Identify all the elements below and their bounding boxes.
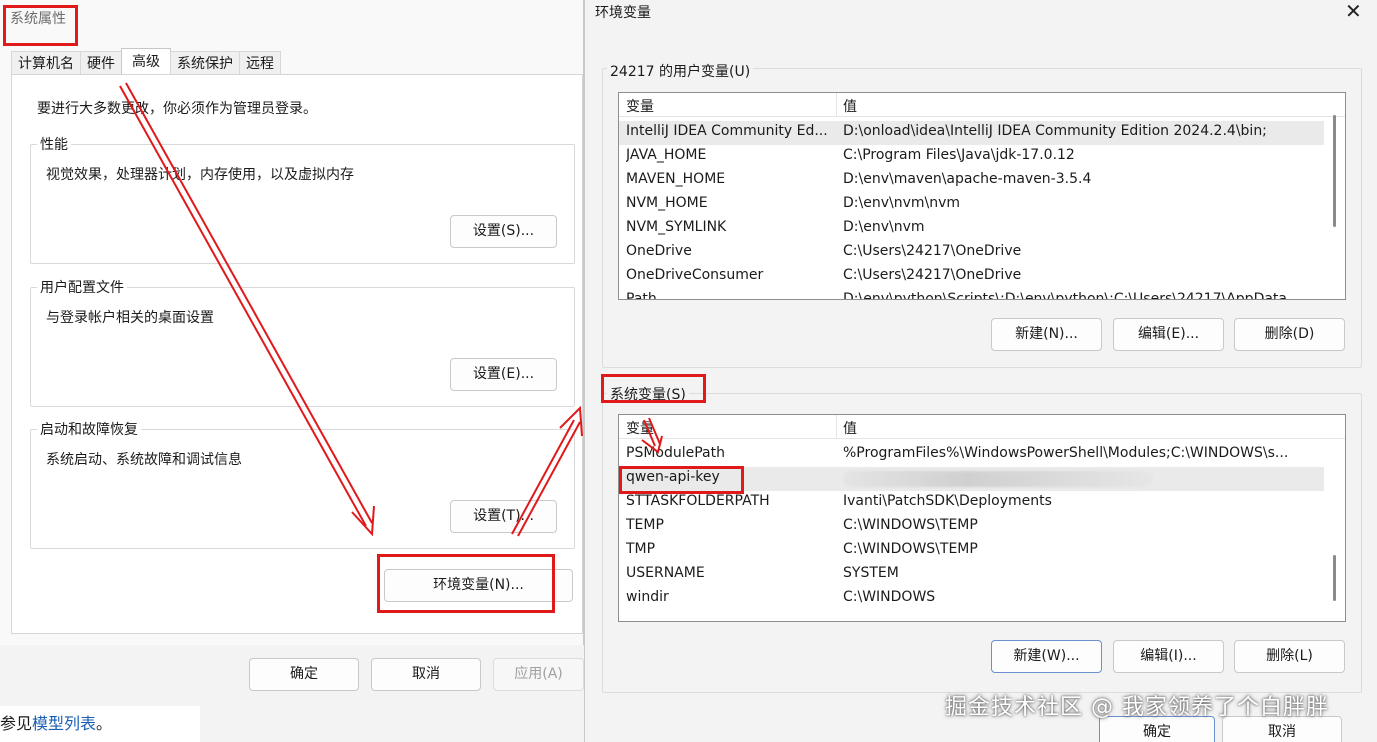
annotation-box-title: [3, 5, 78, 46]
system-list-scrollbar[interactable]: [1333, 555, 1336, 601]
tab-system-protection[interactable]: 系统保护: [170, 51, 240, 75]
var-name: OneDriveConsumer: [626, 267, 764, 283]
table-row[interactable]: STTASKFOLDERPATH Ivanti\PatchSDK\Deploym…: [619, 491, 1324, 515]
annotation-box-env-button: [377, 554, 555, 613]
annotation-box-system-vars: [601, 374, 706, 403]
var-name: NVM_HOME: [626, 195, 708, 211]
system-variables-list[interactable]: 变量 值 PSModulePath %ProgramFiles%\Windows…: [618, 414, 1346, 622]
performance-settings-button[interactable]: 设置(S)...: [450, 215, 557, 248]
background-page-text: 参见模型列表。: [0, 706, 200, 742]
var-name: TMP: [626, 541, 656, 557]
var-value: Ivanti\PatchSDK\Deployments: [843, 493, 1052, 509]
table-row[interactable]: OneDrive C:\Users\24217\OneDrive: [619, 241, 1324, 265]
table-row[interactable]: OneDriveConsumer C:\Users\24217\OneDrive: [619, 265, 1324, 289]
var-value: D:\env\nvm: [843, 219, 925, 235]
var-value: D:\env\nvm\nvm: [843, 195, 961, 211]
var-name: TEMP: [626, 517, 664, 533]
system-edit-button[interactable]: 编辑(I)...: [1113, 640, 1224, 673]
performance-desc: 视觉效果，处理器计划，内存使用，以及虚拟内存: [46, 167, 354, 183]
var-value: C:\WINDOWS: [843, 589, 936, 605]
tab-strip: 计算机名 硬件 高级 系统保护 远程: [11, 48, 281, 75]
var-name: MAVEN_HOME: [626, 171, 726, 187]
table-row[interactable]: JAVA_HOME C:\Program Files\Java\jdk-17.0…: [619, 145, 1324, 169]
tab-remote[interactable]: 远程: [239, 51, 281, 75]
startup-recovery-desc: 系统启动、系统故障和调试信息: [46, 452, 242, 468]
var-name: OneDrive: [626, 243, 692, 259]
col-value-header[interactable]: 值: [843, 96, 857, 116]
table-row[interactable]: Path D:\env\python\Scripts\;D:\env\pytho…: [619, 289, 1324, 300]
user-variables-label: 24217 的用户变量(U): [607, 61, 754, 81]
var-name: NVM_SYMLINK: [626, 219, 727, 235]
user-list-scrollbar[interactable]: [1333, 115, 1336, 227]
var-value: C:\Users\24217\OneDrive: [843, 243, 1022, 259]
tab-advanced[interactable]: 高级: [121, 48, 171, 75]
tab-hardware[interactable]: 硬件: [80, 51, 122, 75]
user-delete-button[interactable]: 删除(D): [1234, 318, 1345, 351]
blurred-value: [843, 471, 1153, 487]
var-name: PSModulePath: [626, 445, 725, 461]
environment-variables-dialog: 环境变量 ✕ 24217 的用户变量(U) 变量 值 IntelliJ IDEA…: [584, 0, 1377, 742]
startup-recovery-group: 启动和故障恢复 系统启动、系统故障和调试信息 设置(T)...: [30, 419, 575, 549]
model-list-link[interactable]: 模型列表: [32, 714, 96, 733]
var-value: C:\WINDOWS\TEMP: [843, 541, 978, 557]
table-row[interactable]: IntelliJ IDEA Community Ed... D:\onload\…: [619, 121, 1324, 145]
table-row[interactable]: MAVEN_HOME D:\env\maven\apache-maven-3.5…: [619, 169, 1324, 193]
table-row[interactable]: USERNAME SYSTEM: [619, 563, 1324, 587]
var-name: USERNAME: [626, 565, 705, 581]
var-value: C:\Program Files\Java\jdk-17.0.12: [843, 147, 1075, 163]
table-row[interactable]: windir C:\WINDOWS: [619, 587, 1324, 611]
admin-note: 要进行大多数更改，你必须作为管理员登录。: [37, 101, 317, 117]
table-row[interactable]: NVM_SYMLINK D:\env\nvm: [619, 217, 1324, 241]
table-row[interactable]: TEMP C:\WINDOWS\TEMP: [619, 515, 1324, 539]
tab-computer-name[interactable]: 计算机名: [11, 51, 81, 75]
performance-label: 性能: [37, 134, 71, 154]
ok-button[interactable]: 确定: [249, 658, 359, 691]
user-profiles-label: 用户配置文件: [37, 277, 127, 297]
table-row[interactable]: NVM_HOME D:\env\nvm\nvm: [619, 193, 1324, 217]
var-value: %ProgramFiles%\WindowsPowerShell\Modules…: [843, 445, 1289, 461]
var-name: JAVA_HOME: [626, 147, 707, 163]
cancel-button[interactable]: 取消: [371, 658, 481, 691]
system-delete-button[interactable]: 删除(L): [1234, 640, 1345, 673]
startup-recovery-label: 启动和故障恢复: [37, 419, 141, 439]
see-suffix: 。: [96, 714, 113, 733]
table-row[interactable]: PSModulePath %ProgramFiles%\WindowsPower…: [619, 443, 1324, 467]
user-list-header: 变量 值: [619, 93, 1345, 117]
var-name: windir: [626, 589, 669, 605]
var-value: C:\WINDOWS\TEMP: [843, 517, 978, 533]
var-value: D:\onload\idea\IntelliJ IDEA Community E…: [843, 123, 1267, 139]
var-value: D:\env\python\Scripts\;D:\env\python\;C:…: [843, 291, 1301, 300]
annotation-box-qwen-key: [619, 466, 744, 494]
user-profiles-settings-button[interactable]: 设置(E)...: [450, 358, 557, 391]
user-variables-list[interactable]: 变量 值 IntelliJ IDEA Community Ed... D:\on…: [618, 92, 1346, 300]
col-variable-header[interactable]: 变量: [626, 418, 654, 438]
user-new-button[interactable]: 新建(N)...: [991, 318, 1102, 351]
table-row[interactable]: TMP C:\WINDOWS\TEMP: [619, 539, 1324, 563]
var-name: STTASKFOLDERPATH: [626, 493, 770, 509]
see-prefix: 参见: [0, 714, 33, 733]
system-list-header: 变量 值: [619, 415, 1345, 439]
var-name: IntelliJ IDEA Community Ed...: [626, 123, 828, 139]
col-value-header[interactable]: 值: [843, 418, 857, 438]
var-value: C:\Users\24217\OneDrive: [843, 267, 1022, 283]
system-new-button[interactable]: 新建(W)...: [991, 640, 1102, 673]
close-icon[interactable]: ✕: [1345, 0, 1362, 22]
user-profiles-desc: 与登录帐户相关的桌面设置: [46, 310, 214, 326]
col-variable-header[interactable]: 变量: [626, 96, 654, 116]
var-value: D:\env\maven\apache-maven-3.5.4: [843, 171, 1092, 187]
performance-group: 性能 视觉效果，处理器计划，内存使用，以及虚拟内存 设置(S)...: [30, 134, 575, 264]
apply-button[interactable]: 应用(A): [493, 658, 584, 691]
startup-recovery-settings-button[interactable]: 设置(T)...: [450, 500, 557, 533]
watermark: 掘金技术社区 @ 我家领养了个白胖胖: [945, 695, 1329, 720]
var-name: Path: [626, 291, 657, 300]
user-edit-button[interactable]: 编辑(E)...: [1113, 318, 1224, 351]
var-value: SYSTEM: [843, 565, 899, 581]
user-profiles-group: 用户配置文件 与登录帐户相关的桌面设置 设置(E)...: [30, 277, 575, 407]
env-dialog-title: 环境变量: [595, 5, 651, 21]
